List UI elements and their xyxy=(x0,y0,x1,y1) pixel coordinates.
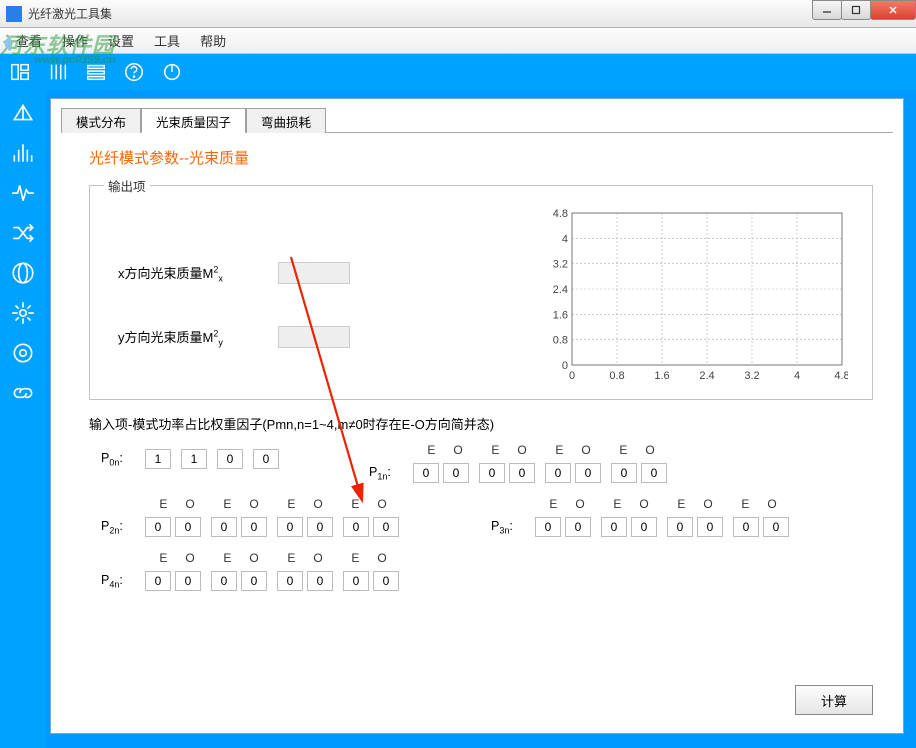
p1n-4e[interactable] xyxy=(611,463,637,483)
row-p2n: P2n: xyxy=(101,517,401,537)
window-controls xyxy=(813,0,916,20)
toolbar-list-icon[interactable] xyxy=(82,58,110,86)
p3n-1e[interactable] xyxy=(535,517,561,537)
content-panel: 模式分布 光束质量因子 弯曲损耗 光纤模式参数--光束质量 输出项 x方向光束质… xyxy=(50,98,904,734)
svg-text:4.8: 4.8 xyxy=(553,208,568,220)
svg-text:0.8: 0.8 xyxy=(609,370,624,382)
p3n-4e[interactable] xyxy=(733,517,759,537)
tabstrip: 模式分布 光束质量因子 弯曲损耗 xyxy=(61,107,893,133)
svg-text:0: 0 xyxy=(569,370,575,382)
p2n-1o[interactable] xyxy=(175,517,201,537)
m2y-label: y方向光束质量M2y xyxy=(118,327,248,348)
tab-mode-distribution[interactable]: 模式分布 xyxy=(61,108,141,133)
p4n-1o[interactable] xyxy=(175,571,201,591)
svg-text:4: 4 xyxy=(562,233,568,245)
side-shuffle-icon[interactable] xyxy=(6,216,40,250)
toolbar-help-icon[interactable] xyxy=(120,58,148,86)
p2n-4o[interactable] xyxy=(373,517,399,537)
maximize-button[interactable] xyxy=(841,0,871,20)
section-title: 光纤模式参数--光束质量 xyxy=(89,147,893,168)
side-pulse-icon[interactable] xyxy=(6,176,40,210)
menubar: 查看 操作 设置 工具 帮助 ◐ 河东软件园 www.pc0359.cn xyxy=(0,28,916,54)
p3n-3o[interactable] xyxy=(697,517,723,537)
sidebar xyxy=(0,90,46,748)
side-target-icon[interactable] xyxy=(6,336,40,370)
minimize-button[interactable] xyxy=(812,0,842,20)
side-prism-icon[interactable] xyxy=(6,96,40,130)
row-p3n: P3n: xyxy=(491,517,791,537)
p1n-1e[interactable] xyxy=(413,463,439,483)
p3n-1o[interactable] xyxy=(565,517,591,537)
p1n-3o[interactable] xyxy=(575,463,601,483)
m2y-field[interactable] xyxy=(278,326,350,348)
svg-text:2.4: 2.4 xyxy=(699,370,714,382)
chart: 0 0.8 1.6 2.4 3.2 4 4.8 0 0.8 1.6 2.4 3.2 4 4.8 xyxy=(538,207,848,383)
p0n-4[interactable] xyxy=(253,449,279,469)
menu-view[interactable]: 查看 xyxy=(6,29,52,52)
toolbar xyxy=(0,54,916,90)
toolbar-columns-icon[interactable] xyxy=(44,58,72,86)
p0n-3[interactable] xyxy=(217,449,243,469)
svg-text:1.6: 1.6 xyxy=(553,309,568,321)
tab-beam-quality[interactable]: 光束质量因子 xyxy=(141,108,246,133)
p1n-1o[interactable] xyxy=(443,463,469,483)
p2n-3o[interactable] xyxy=(307,517,333,537)
p2n-4e[interactable] xyxy=(343,517,369,537)
p4n-4e[interactable] xyxy=(343,571,369,591)
p2n-1e[interactable] xyxy=(145,517,171,537)
svg-text:4.8: 4.8 xyxy=(834,370,848,382)
m2x-label: x方向光束质量M2x xyxy=(118,263,248,284)
tab-bend-loss[interactable]: 弯曲损耗 xyxy=(246,108,326,133)
menu-operate[interactable]: 操作 xyxy=(52,29,98,52)
p4n-3e[interactable] xyxy=(277,571,303,591)
p0n-2[interactable] xyxy=(181,449,207,469)
toolbar-power-icon[interactable] xyxy=(158,58,186,86)
side-link-icon[interactable] xyxy=(6,376,40,410)
p2n-3e[interactable] xyxy=(277,517,303,537)
menu-help[interactable]: 帮助 xyxy=(190,29,236,52)
svg-text:3.2: 3.2 xyxy=(744,370,759,382)
p0n-1[interactable] xyxy=(145,449,171,469)
svg-text:0.8: 0.8 xyxy=(553,335,568,347)
titlebar: 光纤激光工具集 xyxy=(0,0,916,28)
svg-text:4: 4 xyxy=(794,370,800,382)
p1n-2e[interactable] xyxy=(479,463,505,483)
row-p0n: P0n: xyxy=(101,449,279,469)
window-title: 光纤激光工具集 xyxy=(28,5,112,22)
svg-text:1.6: 1.6 xyxy=(654,370,669,382)
svg-text:0: 0 xyxy=(562,360,568,372)
p3n-2o[interactable] xyxy=(631,517,657,537)
side-lens-icon[interactable] xyxy=(6,256,40,290)
input-grid: P0n: EO EO EO EO xyxy=(61,443,893,591)
side-bars-icon[interactable] xyxy=(6,136,40,170)
menu-settings[interactable]: 设置 xyxy=(98,29,144,52)
p2n-2e[interactable] xyxy=(211,517,237,537)
side-expand-icon[interactable] xyxy=(6,296,40,330)
output-legend: 输出项 xyxy=(104,176,150,195)
p1n-2o[interactable] xyxy=(509,463,535,483)
menu-tools[interactable]: 工具 xyxy=(144,29,190,52)
p4n-2o[interactable] xyxy=(241,571,267,591)
svg-text:2.4: 2.4 xyxy=(553,284,568,296)
m2x-field[interactable] xyxy=(278,262,350,284)
p1n-4o[interactable] xyxy=(641,463,667,483)
output-group: 输出项 x方向光束质量M2x y方向光束质量M2y 0 0.8 1.6 2.4 xyxy=(89,176,873,400)
p2n-2o[interactable] xyxy=(241,517,267,537)
svg-text:3.2: 3.2 xyxy=(553,259,568,271)
row-p1n: P1n: xyxy=(369,463,669,483)
p1n-3e[interactable] xyxy=(545,463,571,483)
row-p4n: P4n: xyxy=(101,571,865,591)
p4n-3o[interactable] xyxy=(307,571,333,591)
input-section-title: 输入项-模式功率占比权重因子(Pmn,n=1~4,m≠0时存在E-O方向简并态) xyxy=(89,414,893,433)
toolbar-panel-icon[interactable] xyxy=(6,58,34,86)
p3n-3e[interactable] xyxy=(667,517,693,537)
p4n-2e[interactable] xyxy=(211,571,237,591)
p3n-4o[interactable] xyxy=(763,517,789,537)
close-button[interactable] xyxy=(870,0,916,20)
p4n-1e[interactable] xyxy=(145,571,171,591)
app-icon xyxy=(6,6,22,22)
p4n-4o[interactable] xyxy=(373,571,399,591)
calculate-button[interactable]: 计算 xyxy=(795,685,873,715)
p3n-2e[interactable] xyxy=(601,517,627,537)
